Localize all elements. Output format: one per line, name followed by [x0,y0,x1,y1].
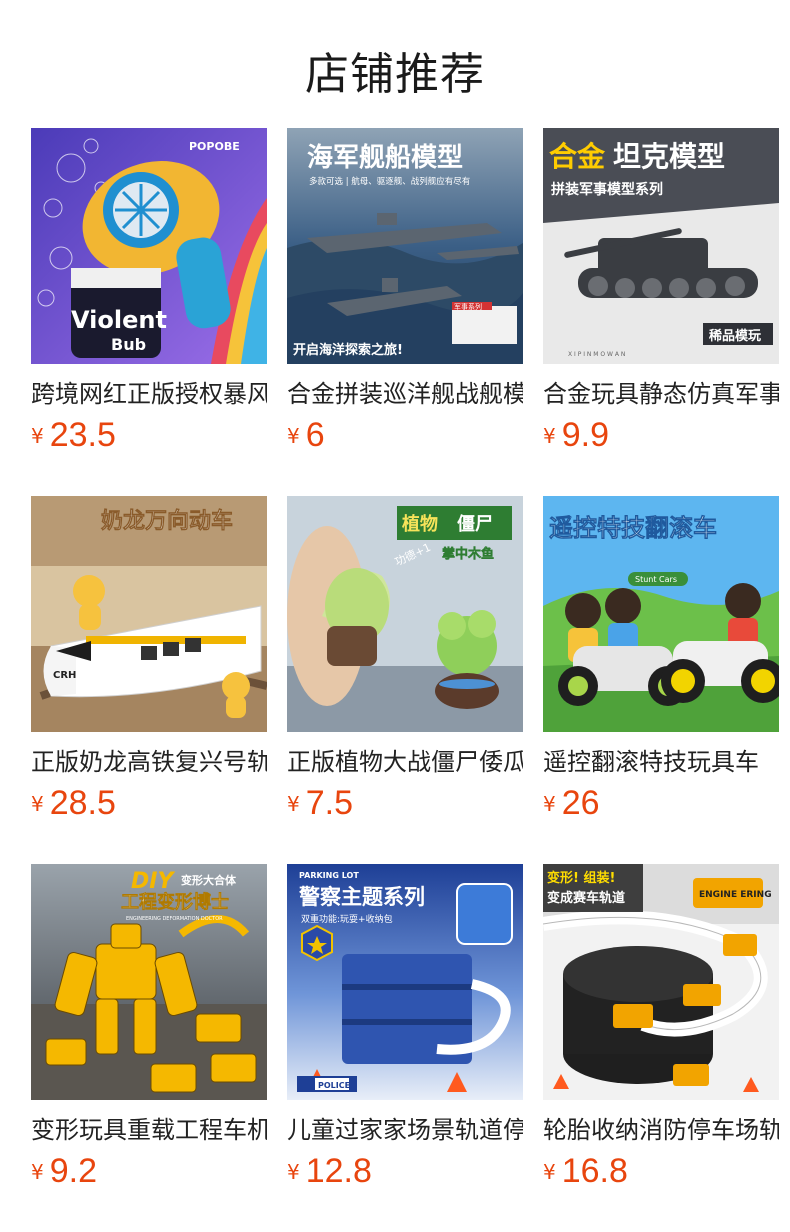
banner-headline-2: 坦克模型 [613,140,725,173]
train-text: CRH [53,670,76,681]
price-value: 9.2 [49,1152,97,1190]
product-card[interactable]: PARKING LOT 警察主题系列 双重功能:玩耍+收纳包 POLICE 儿童… [287,864,523,1194]
top-label: PARKING LOT [299,871,359,880]
product-price: ¥28.5 [31,784,267,824]
police-badge: POLICE [318,1081,350,1090]
banner-caption: ENGINEERING DEFORMATION DOCTOR [126,916,223,922]
price-value: 26 [561,784,600,822]
product-card[interactable]: CRH 奶龙万向动车 正版奶龙高铁复兴号轨道车 ¥28.5 [31,496,267,826]
price-value: 9.9 [561,416,609,454]
product-price: ¥7.5 [287,784,523,824]
currency-symbol: ¥ [287,1160,300,1184]
banner-subline: 拼装军事模型系列 [551,181,663,198]
product-name[interactable]: 变形玩具重载工程车机器人 [31,1114,267,1146]
product-price: ¥9.9 [543,416,779,456]
product-name[interactable]: 儿童过家家场景轨道停车场 [287,1114,523,1146]
currency-symbol: ¥ [543,1160,556,1184]
stunt-tag: Stunt Cars [635,575,677,584]
product-name[interactable]: 遥控翻滚特技玩具车 [543,746,779,778]
product-price: ¥26 [543,784,779,824]
product-card[interactable]: 军事系列 海军舰船模型 多款可选 | 航母、驱逐舰、战列舰应有尽有 开启海洋探索… [287,128,523,458]
banner-headline: DIY [131,869,175,894]
series-tag: 军事系列 [454,302,482,311]
product-name[interactable]: 正版奶龙高铁复兴号轨道车 [31,746,267,778]
banner-headline: 合金 [549,140,606,173]
product-card[interactable]: DIY 变形大合体 工程变形博士 ENGINEERING DEFORMATION… [31,864,267,1194]
product-image-police-parking-lot[interactable]: PARKING LOT 警察主题系列 双重功能:玩耍+收纳包 POLICE [287,864,523,1100]
product-card[interactable]: 变形! 组装! 变成赛车轨道 ENGINE ERING 轮胎收纳消防停车场轨道 … [543,864,779,1194]
product-card[interactable]: 合金 坦克模型 拼装军事模型系列 稀品模玩 X I P I N M O W A … [543,128,779,458]
banner-subline: 多款可选 | 航母、驱逐舰、战列舰应有尽有 [309,176,470,187]
banner-headline-2: 僵尸 [457,513,493,535]
engineering-sign: ENGINE ERING [699,890,772,900]
currency-symbol: ¥ [31,424,44,448]
product-image-bubble-gun[interactable]: Violent Bub POPOBE [31,128,267,364]
banner-subline: 掌中木鱼 [442,546,494,562]
price-value: 23.5 [49,416,116,454]
currency-symbol: ¥ [543,792,556,816]
product-image-tire-parking-garage[interactable]: 变形! 组装! 变成赛车轨道 ENGINE ERING [543,864,779,1100]
product-image-plants-vs-zombies[interactable]: 植物 僵尸 掌中木鱼 功德+1 [287,496,523,732]
product-card[interactable]: 植物 僵尸 掌中木鱼 功德+1 正版植物大战僵尸倭瓜解压 ¥7.5 [287,496,523,826]
banner-subline: 双重功能:玩耍+收纳包 [301,913,393,925]
currency-symbol: ¥ [287,792,300,816]
brand-badge: 稀品模玩 [709,328,761,344]
product-image-tank-model[interactable]: 合金 坦克模型 拼装军事模型系列 稀品模玩 X I P I N M O W A … [543,128,779,364]
product-name[interactable]: 合金玩具静态仿真军事坦克 [543,378,779,410]
banner-headline-2: 变成赛车轨道 [547,890,625,906]
product-image-warship-model[interactable]: 军事系列 海军舰船模型 多款可选 | 航母、驱逐舰、战列舰应有尽有 开启海洋探索… [287,128,523,364]
product-card[interactable]: Violent Bub POPOBE 跨境网红正版授权暴风泡泡机 ¥23.5 [31,128,267,458]
brand-logo: POPOBE [189,140,240,153]
price-value: 6 [305,416,325,454]
price-value: 28.5 [49,784,116,822]
currency-symbol: ¥ [31,792,44,816]
product-image-transforming-robot[interactable]: DIY 变形大合体 工程变形博士 ENGINEERING DEFORMATION… [31,864,267,1100]
can-text-2: Bub [111,335,146,354]
brand-letters: X I P I N M O W A N [568,351,625,358]
price-value: 7.5 [305,784,353,822]
product-name[interactable]: 跨境网红正版授权暴风泡泡机 [31,378,267,410]
banner-headline: 遥控特技翻滚车 [549,514,717,542]
product-price: ¥23.5 [31,416,267,456]
banner-headline-2: 变形大合体 [181,873,237,887]
product-price: ¥9.2 [31,1152,267,1192]
banner-subline: 工程变形博士 [121,891,229,913]
product-price: ¥6 [287,416,523,456]
product-price: ¥12.8 [287,1152,523,1192]
can-text: Violent [71,306,167,334]
currency-symbol: ¥ [31,1160,44,1184]
product-name[interactable]: 轮胎收纳消防停车场轨道 [543,1114,779,1146]
product-price: ¥16.8 [543,1152,779,1192]
banner-headline: 变形! 组装! [547,870,615,886]
banner-headline: 警察主题系列 [298,885,425,909]
product-name[interactable]: 合金拼装巡洋舰战舰模型 [287,378,523,410]
banner-footer: 开启海洋探索之旅! [293,342,403,358]
price-value: 16.8 [561,1152,628,1190]
banner-headline: 奶龙万向动车 [101,508,233,534]
product-image-high-speed-train[interactable]: CRH 奶龙万向动车 [31,496,267,732]
product-card[interactable]: Stunt Cars 遥控特技翻滚车 遥控翻滚特技玩具车 ¥26 [543,496,779,826]
price-value: 12.8 [305,1152,372,1190]
currency-symbol: ¥ [287,424,300,448]
product-image-stunt-car[interactable]: Stunt Cars 遥控特技翻滚车 [543,496,779,732]
banner-headline: 植物 [402,513,438,535]
page-title: 店铺推荐 [305,49,485,100]
banner-headline: 海军舰船模型 [307,142,463,173]
product-name[interactable]: 正版植物大战僵尸倭瓜解压 [287,746,523,778]
currency-symbol: ¥ [543,424,556,448]
